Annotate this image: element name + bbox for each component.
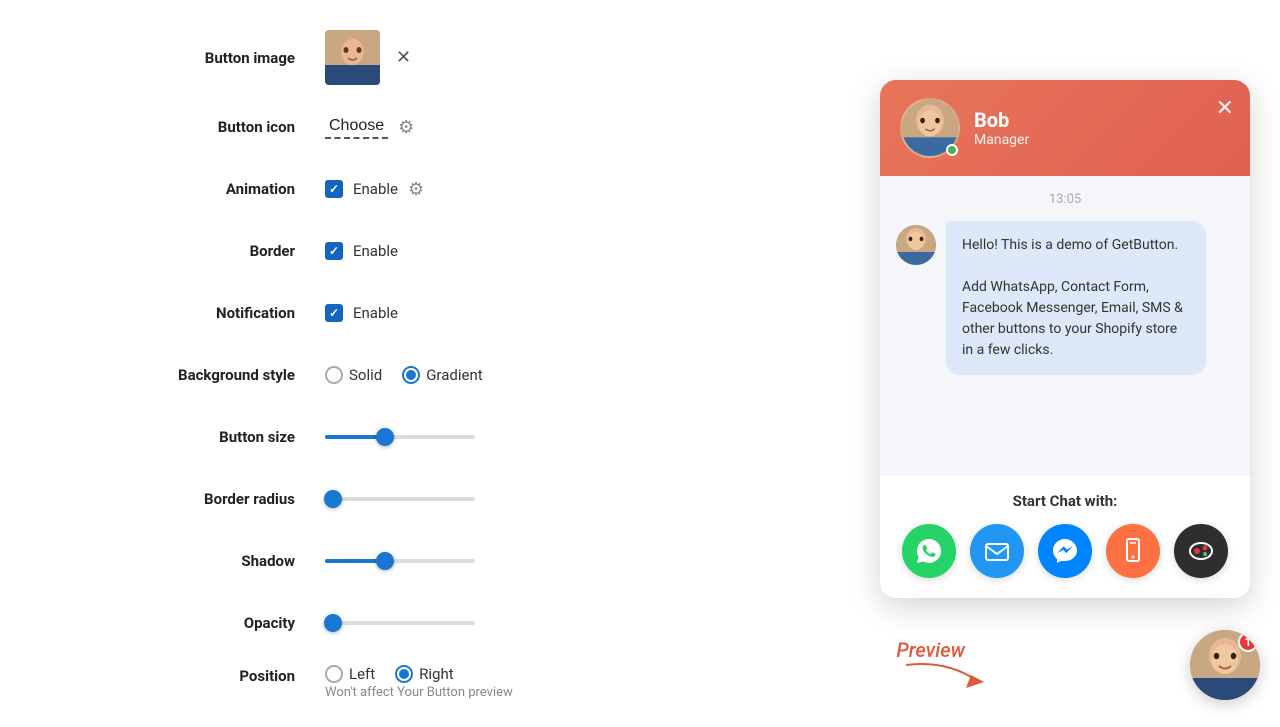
border-radius-thumb[interactable] bbox=[324, 490, 342, 508]
messenger-button[interactable] bbox=[1038, 524, 1092, 578]
button-icon-label: Button icon bbox=[120, 118, 295, 136]
shadow-slider-track[interactable] bbox=[325, 559, 475, 563]
right-radio-item[interactable]: Right bbox=[395, 665, 453, 683]
float-button-badge: 1 bbox=[1238, 632, 1258, 652]
position-radio-group: Left Right bbox=[325, 665, 513, 683]
chat-header-info: Bob Manager bbox=[974, 108, 1029, 148]
right-radio[interactable] bbox=[395, 665, 413, 683]
chat-header-avatar-container bbox=[900, 98, 960, 158]
gradient-radio-item[interactable]: Gradient bbox=[402, 366, 482, 384]
animation-settings-gear[interactable]: ⚙ bbox=[408, 179, 424, 200]
phone-button[interactable] bbox=[1106, 524, 1160, 578]
game-button[interactable] bbox=[1174, 524, 1228, 578]
shadow-label: Shadow bbox=[120, 552, 295, 570]
chat-close-button[interactable]: ✕ bbox=[1216, 96, 1234, 121]
opacity-content bbox=[325, 621, 475, 625]
left-radio-item[interactable]: Left bbox=[325, 665, 375, 683]
chat-message-text: Hello! This is a demo of GetButton.Add W… bbox=[962, 237, 1183, 358]
chat-body: 13:05 Hello! This is a demo of GetButton… bbox=[880, 176, 1250, 476]
border-radius-row: Border radius bbox=[120, 479, 680, 519]
animation-row: Animation Enable ⚙ bbox=[120, 169, 680, 209]
position-content: Left Right Won't affect Your Button prev… bbox=[325, 665, 513, 700]
button-size-slider-track[interactable] bbox=[325, 435, 475, 439]
opacity-label: Opacity bbox=[120, 614, 295, 632]
border-row: Border Enable bbox=[120, 231, 680, 271]
background-style-row: Background style Solid Gradient bbox=[120, 355, 680, 395]
left-radio[interactable] bbox=[325, 665, 343, 683]
button-icon-row: Button icon Choose ⚙ bbox=[120, 107, 680, 147]
chat-agent-role: Manager bbox=[974, 132, 1029, 148]
gradient-radio[interactable] bbox=[402, 366, 420, 384]
whatsapp-button[interactable] bbox=[902, 524, 956, 578]
position-note: Won't affect Your Button preview bbox=[325, 685, 513, 700]
remove-image-button[interactable]: ✕ bbox=[396, 47, 411, 68]
shadow-thumb[interactable] bbox=[376, 552, 394, 570]
button-size-label: Button size bbox=[120, 428, 295, 446]
position-row: Position Left Right Won't affect Your Bu… bbox=[120, 665, 680, 705]
preview-label: Preview bbox=[896, 638, 965, 662]
border-checkbox[interactable] bbox=[325, 242, 343, 260]
border-radius-label: Border radius bbox=[120, 490, 295, 508]
background-style-content: Solid Gradient bbox=[325, 366, 483, 384]
avatar-image[interactable] bbox=[325, 30, 380, 85]
border-radius-content bbox=[325, 497, 475, 501]
border-radius-slider-track[interactable] bbox=[325, 497, 475, 501]
animation-content: Enable ⚙ bbox=[325, 179, 424, 200]
animation-enable-text: Enable bbox=[353, 180, 398, 198]
gradient-label: Gradient bbox=[426, 366, 482, 384]
opacity-slider-track[interactable] bbox=[325, 621, 475, 625]
settings-panel: Button image ✕ Button icon Choose bbox=[120, 30, 680, 727]
right-radio-fill bbox=[399, 669, 409, 679]
chat-header: Bob Manager ✕ bbox=[880, 80, 1250, 176]
left-label: Left bbox=[349, 665, 375, 683]
animation-checkbox[interactable] bbox=[325, 180, 343, 198]
border-enable-text: Enable bbox=[353, 242, 398, 260]
chat-footer: Start Chat with: bbox=[880, 476, 1250, 598]
start-chat-label: Start Chat with: bbox=[900, 492, 1230, 510]
notification-content: Enable bbox=[325, 304, 398, 322]
right-label: Right bbox=[419, 665, 453, 683]
email-button[interactable] bbox=[970, 524, 1024, 578]
solid-radio-item[interactable]: Solid bbox=[325, 366, 382, 384]
chat-widget-preview: Bob Manager ✕ 13:05 Hello! This is a dem… bbox=[880, 80, 1250, 598]
opacity-row: Opacity bbox=[120, 603, 680, 643]
chat-buttons-row bbox=[900, 524, 1230, 578]
border-content: Enable bbox=[325, 242, 398, 260]
chat-timestamp: 13:05 bbox=[896, 192, 1234, 207]
button-image-row: Button image ✕ bbox=[120, 30, 680, 85]
floating-chat-button[interactable]: 1 bbox=[1190, 630, 1260, 700]
gradient-radio-fill bbox=[406, 370, 416, 380]
choose-icon-button[interactable]: Choose bbox=[325, 115, 388, 139]
chat-agent-name: Bob bbox=[974, 108, 1029, 132]
icon-settings-gear[interactable]: ⚙ bbox=[398, 117, 414, 138]
notification-label: Notification bbox=[120, 304, 295, 322]
button-size-row: Button size bbox=[120, 417, 680, 457]
notification-row: Notification Enable bbox=[120, 293, 680, 333]
notification-checkbox[interactable] bbox=[325, 304, 343, 322]
chat-msg-avatar bbox=[896, 225, 936, 265]
notification-enable-text: Enable bbox=[353, 304, 398, 322]
solid-label: Solid bbox=[349, 366, 382, 384]
solid-radio[interactable] bbox=[325, 366, 343, 384]
background-style-label: Background style bbox=[120, 366, 295, 384]
chat-message-row: Hello! This is a demo of GetButton.Add W… bbox=[896, 221, 1234, 375]
border-label: Border bbox=[120, 242, 295, 260]
preview-arrow-icon bbox=[906, 660, 986, 690]
position-label: Position bbox=[120, 665, 295, 685]
shadow-content bbox=[325, 559, 475, 563]
animation-label: Animation bbox=[120, 180, 295, 198]
button-image-content: ✕ bbox=[325, 30, 411, 85]
button-size-thumb[interactable] bbox=[376, 428, 394, 446]
opacity-thumb[interactable] bbox=[324, 614, 342, 632]
button-size-content bbox=[325, 435, 475, 439]
shadow-row: Shadow bbox=[120, 541, 680, 581]
button-image-label: Button image bbox=[120, 49, 295, 67]
preview-label-container: Preview bbox=[896, 638, 965, 662]
chat-message-bubble: Hello! This is a demo of GetButton.Add W… bbox=[946, 221, 1206, 375]
online-indicator bbox=[946, 144, 958, 156]
button-icon-content: Choose ⚙ bbox=[325, 115, 414, 139]
